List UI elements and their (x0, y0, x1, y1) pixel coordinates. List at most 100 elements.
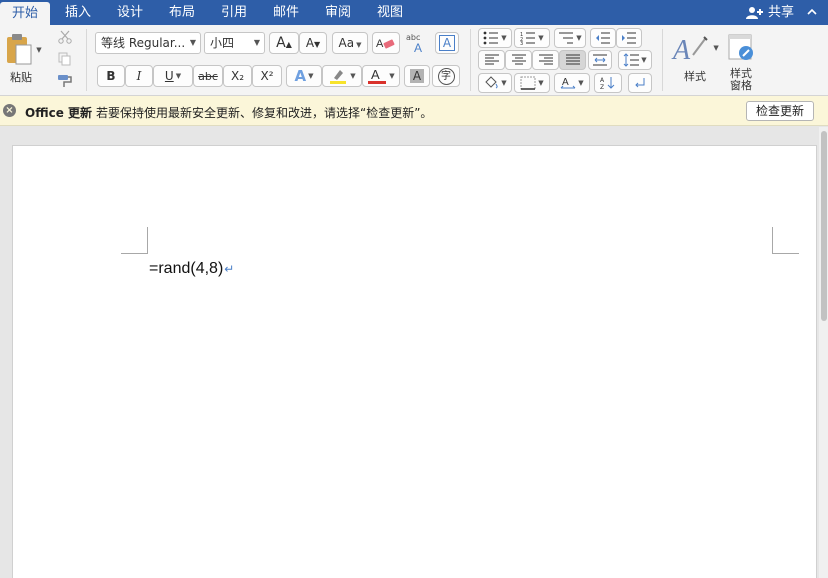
font-name-value: 等线 Regular... (101, 36, 186, 50)
change-case-button[interactable]: Aa ▼ (332, 32, 368, 54)
clear-format-button[interactable]: A (372, 32, 400, 54)
document-area: =rand(4,8)↵ (0, 127, 828, 578)
vertical-scrollbar[interactable] (819, 127, 828, 578)
word-window: 开始 插入 设计 布局 引用 邮件 审阅 视图 共享 ▼ 粘贴 等线 Regul… (0, 0, 828, 578)
bullets-button[interactable]: ▼ (478, 28, 512, 48)
check-updates-button[interactable]: 检查更新 (746, 101, 814, 121)
distributed-align-icon[interactable] (588, 50, 612, 70)
character-shading-icon[interactable]: A (404, 65, 430, 87)
text-effects-button[interactable]: A ▼ (286, 65, 322, 87)
scrollbar-thumb[interactable] (821, 131, 827, 321)
show-formatting-marks-icon[interactable] (628, 73, 652, 93)
underline-button[interactable]: U ▼ (153, 65, 193, 87)
font-size-select[interactable]: 小四 ▼ (204, 32, 265, 54)
character-border-icon[interactable]: A (435, 32, 459, 54)
paste-button[interactable]: ▼ (2, 30, 44, 70)
multilevel-list-icon (558, 31, 574, 45)
cut-icon[interactable] (56, 28, 74, 46)
align-right-icon[interactable] (532, 50, 559, 70)
text-effects-icon: A (294, 67, 307, 85)
subscript-button[interactable]: X₂ (223, 65, 252, 87)
enclose-characters-icon[interactable]: 字 (432, 65, 460, 87)
share-button[interactable]: 共享 (745, 0, 794, 25)
tab-references[interactable]: 引用 (212, 0, 256, 25)
shrink-font-button[interactable]: A▼ (299, 32, 327, 54)
chevron-down-icon: ▼ (350, 72, 356, 80)
svg-text:A: A (376, 38, 384, 50)
chevron-down-icon: ▼ (389, 72, 395, 80)
add-person-icon (745, 6, 764, 20)
separator (662, 29, 663, 91)
font-size-value: 小四 (210, 36, 235, 50)
share-label: 共享 (767, 4, 794, 20)
asian-layout-button[interactable]: A ▼ (554, 73, 590, 93)
numbered-list-icon: 123 (520, 31, 536, 45)
svg-text:Z: Z (600, 84, 604, 90)
font-name-select[interactable]: 等线 Regular... ▼ (95, 32, 201, 54)
chevron-down-icon: ▼ (253, 38, 260, 47)
tab-home[interactable]: 开始 (0, 2, 50, 25)
tab-layout[interactable]: 布局 (160, 0, 204, 25)
styles-pane-button[interactable] (724, 31, 758, 65)
tab-design[interactable]: 设计 (108, 0, 152, 25)
formula-text: =rand(4,8) (149, 260, 224, 277)
font-color-icon: A (367, 67, 387, 85)
svg-text:A: A (371, 67, 380, 82)
styles-gallery-button[interactable]: A ▼ (671, 29, 719, 67)
margin-corner-mark (121, 227, 148, 254)
styles-pane-label-line2: 窗格 (730, 79, 752, 92)
ribbon-home: ▼ 粘贴 等线 Regular... ▼ 小四 ▼ A▲ A▼ Aa ▼ A a… (0, 25, 828, 96)
strikethrough-button[interactable]: abc (193, 65, 223, 87)
bullet-list-icon (483, 31, 499, 45)
svg-text:A: A (600, 77, 605, 84)
format-painter-icon[interactable] (56, 72, 74, 90)
chevron-down-icon: ▼ (713, 44, 719, 52)
copy-icon[interactable] (56, 50, 74, 68)
paint-bucket-icon (483, 76, 499, 90)
ribbon-tab-bar: 开始 插入 设计 布局 引用 邮件 审阅 视图 共享 (0, 0, 828, 25)
styles-icon: A (671, 31, 711, 65)
superscript-button[interactable]: X² (252, 65, 282, 87)
justify-icon[interactable] (559, 50, 586, 70)
highlight-color-button[interactable]: ▼ (322, 65, 362, 87)
font-color-button[interactable]: A ▼ (362, 65, 400, 87)
document-page[interactable]: =rand(4,8)↵ (12, 145, 817, 578)
paste-label: 粘贴 (10, 71, 32, 84)
grow-font-icon: A▲ (276, 35, 292, 51)
clipboard-icon (4, 33, 34, 67)
numbering-button[interactable]: 123 ▼ (514, 28, 550, 48)
border-icon (520, 76, 536, 90)
paragraph-mark-icon: ↵ (224, 262, 235, 276)
bold-button[interactable]: B (97, 65, 125, 87)
phonetic-guide-icon[interactable]: abc A (403, 30, 429, 56)
tab-mailings[interactable]: 邮件 (264, 0, 308, 25)
tab-review[interactable]: 审阅 (316, 0, 360, 25)
align-left-icon[interactable] (478, 50, 505, 70)
highlighter-icon (328, 67, 348, 85)
underline-label: U (164, 69, 174, 83)
tab-view[interactable]: 视图 (368, 0, 412, 25)
eraser-icon: A (376, 36, 396, 50)
tab-insert[interactable]: 插入 (56, 0, 100, 25)
increase-indent-icon[interactable] (616, 28, 642, 48)
grow-font-button[interactable]: A▲ (269, 32, 299, 54)
update-bar-title: Office 更新 (25, 106, 93, 120)
separator (86, 29, 87, 91)
line-spacing-button[interactable]: ▼ (618, 50, 652, 70)
asian-layout-icon: A (560, 76, 576, 90)
sort-icon: AZ (600, 76, 616, 90)
styles-pane-icon (726, 33, 756, 63)
italic-button[interactable]: I (125, 65, 153, 87)
decrease-indent-icon[interactable] (590, 28, 616, 48)
svg-text:3: 3 (520, 41, 523, 45)
shading-button[interactable]: ▼ (478, 73, 512, 93)
sort-button[interactable]: AZ (594, 73, 622, 93)
office-update-bar: × Office 更新 若要保持使用最新安全更新、修复和改进，请选择“检查更新”… (0, 96, 828, 126)
close-icon[interactable]: × (3, 104, 16, 117)
collapse-ribbon-icon[interactable] (806, 6, 818, 18)
document-body-text[interactable]: =rand(4,8)↵ (149, 260, 234, 278)
align-center-icon[interactable] (505, 50, 532, 70)
borders-button[interactable]: ▼ (514, 73, 550, 93)
multilevel-list-button[interactable]: ▼ (554, 28, 586, 48)
chevron-down-icon: ▼ (175, 72, 182, 80)
